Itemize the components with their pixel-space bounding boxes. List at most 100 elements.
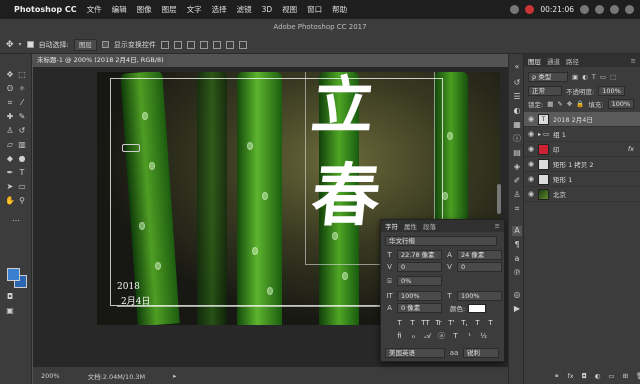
align-bottom-icon[interactable] — [186, 40, 195, 49]
move-tool-icon[interactable]: ✥ — [6, 40, 14, 50]
tab-paths[interactable]: 路径 — [566, 56, 579, 66]
menu-image[interactable]: 图像 — [137, 4, 152, 15]
zoom-level[interactable]: 200% — [41, 372, 60, 380]
type-tool-icon[interactable]: T — [17, 168, 27, 178]
visibility-eye-icon[interactable]: ◉ — [524, 145, 538, 153]
zoom-tool-icon[interactable]: ⚲ — [17, 196, 27, 206]
paths-icon[interactable]: ◎ — [512, 290, 522, 300]
underline-button[interactable]: T — [473, 319, 482, 328]
layer-row[interactable]: ◉ 北京 — [524, 187, 640, 202]
tab-character[interactable]: 字符 — [385, 221, 398, 231]
visibility-eye-icon[interactable]: ◉ — [524, 175, 538, 183]
layer-row[interactable]: ◉ 矩形 1 拷贝 2 — [524, 157, 640, 172]
navigator-icon[interactable]: ◈ — [512, 162, 522, 172]
new-layer-icon[interactable]: ⊞ — [623, 372, 628, 380]
info-icon[interactable]: ⓘ — [512, 134, 522, 144]
visibility-eye-icon[interactable]: ◉ — [524, 160, 538, 168]
fill-field[interactable]: 100% — [607, 99, 635, 109]
auto-select-checkbox[interactable] — [26, 41, 34, 48]
brush-tool-icon[interactable]: ✎ — [17, 112, 27, 122]
foreground-color-swatch[interactable] — [7, 268, 20, 281]
fractions-icon[interactable]: ½ — [479, 332, 488, 341]
tab-paragraph[interactable]: 段落 — [423, 221, 436, 231]
panel-menu-icon[interactable]: ≡ — [631, 57, 636, 65]
blend-mode-dropdown[interactable]: 正常 — [528, 86, 562, 96]
opacity-field[interactable]: 100% — [598, 86, 625, 96]
tool-preset-dropdown[interactable]: ▾ — [19, 41, 22, 48]
record-icon[interactable] — [525, 5, 535, 14]
layer-name[interactable]: 组 1 — [553, 129, 566, 139]
align-center-icon[interactable] — [212, 40, 221, 49]
add-mask-icon[interactable]: ◘ — [582, 372, 587, 380]
visibility-eye-icon[interactable]: ◉ — [524, 115, 538, 123]
antialias-dropdown[interactable]: 锐利 — [463, 348, 499, 358]
oldstyle-icon[interactable]: ℴ — [409, 332, 418, 341]
document-tab[interactable]: 未标题-1 @ 200% (2018 2月4日, RGB/8) * — [33, 54, 168, 77]
kind-filter-dropdown[interactable]: ρ 类型 — [528, 72, 568, 82]
path-select-icon[interactable]: ➤ — [5, 182, 15, 192]
fi-ligature-icon[interactable]: ﬁ — [395, 332, 404, 341]
layer-row[interactable]: ◉ ▸ ▭ 组 1 — [524, 127, 640, 142]
auto-select-dropdown[interactable]: 图层 — [73, 38, 97, 51]
dodge-tool-icon[interactable]: ● — [17, 154, 27, 164]
fx-icon[interactable]: fx — [628, 145, 634, 153]
swatches-icon[interactable]: ▦ — [512, 120, 522, 130]
tracking-field[interactable]: 0 — [457, 262, 502, 272]
menu-view[interactable]: 视图 — [282, 4, 297, 15]
titling-icon[interactable]: T — [451, 332, 460, 341]
more-tools-icon[interactable]: … — [11, 214, 21, 224]
paragraph-icon[interactable]: ¶ — [512, 240, 522, 250]
filter-type-icon[interactable]: T — [592, 73, 596, 81]
panel-menu-icon[interactable]: ≡ — [495, 222, 500, 230]
show-transform-checkbox[interactable] — [101, 41, 109, 48]
baseline-shift-field[interactable]: 0 像素 — [397, 303, 442, 313]
magic-wand-icon[interactable]: ✧ — [17, 84, 27, 94]
app-menu[interactable]: Photoshop CC — [14, 5, 77, 14]
styles-icon[interactable]: ℗ — [512, 268, 522, 278]
align-middle-icon[interactable] — [173, 40, 182, 49]
screen-mode-icon[interactable]: ▣ — [5, 306, 15, 316]
glyphs-icon[interactable]: a — [512, 254, 522, 264]
vertical-scale-field[interactable]: 100% — [397, 291, 442, 301]
layer-name[interactable]: 2018 2月4日 — [553, 114, 593, 124]
tab-channels[interactable]: 通道 — [547, 56, 560, 66]
visibility-eye-icon[interactable]: ◉ — [524, 190, 538, 198]
crop-icon[interactable]: ⌗ — [512, 204, 522, 214]
tsume-field[interactable]: 0% — [397, 276, 442, 286]
align-top-icon[interactable] — [160, 40, 169, 49]
new-group-icon[interactable]: ▭ — [608, 372, 614, 380]
brushes-icon[interactable]: ✐ — [512, 176, 522, 186]
battery-icon[interactable] — [595, 5, 604, 14]
filter-pixel-icon[interactable]: ▣ — [572, 73, 578, 81]
delete-layer-icon[interactable]: 🗑 — [636, 372, 640, 380]
filter-shape-icon[interactable]: ▭ — [600, 73, 606, 81]
subscript-button[interactable]: T, — [460, 319, 469, 328]
adjustments-icon[interactable]: ◐ — [512, 106, 522, 116]
menu-layer[interactable]: 图层 — [162, 4, 177, 15]
menu-file[interactable]: 文件 — [87, 4, 102, 15]
small-caps-button[interactable]: Tr — [434, 319, 443, 328]
layer-row[interactable]: ◉ 印 fx — [524, 142, 640, 157]
menu-help[interactable]: 帮助 — [332, 4, 347, 15]
align-right-icon[interactable] — [225, 40, 234, 49]
history-icon[interactable]: ↺ — [512, 78, 522, 88]
strikethrough-button[interactable]: T — [486, 319, 495, 328]
layer-name[interactable]: 印 — [553, 144, 560, 154]
move-tool-icon[interactable]: ✥ — [5, 70, 15, 80]
collapse-icon[interactable]: « — [512, 62, 522, 72]
actions-icon[interactable]: ▶ — [512, 304, 522, 314]
text-color-swatch[interactable] — [468, 303, 487, 313]
distribute-icon[interactable] — [238, 40, 247, 49]
leading-field[interactable]: 24 像素 — [457, 250, 502, 260]
lasso-tool-icon[interactable]: ʘ — [5, 84, 15, 94]
filter-smart-icon[interactable]: ⬚ — [610, 73, 616, 81]
pen-tool-icon[interactable]: ✒ — [5, 168, 15, 178]
vertical-scrollbar[interactable] — [497, 184, 501, 214]
font-family-dropdown[interactable]: 华文行楷 — [385, 236, 497, 246]
layer-row[interactable]: ◉ 矩形 1 — [524, 172, 640, 187]
clone-source-icon[interactable]: ♙ — [512, 190, 522, 200]
blur-tool-icon[interactable]: ◆ — [5, 154, 15, 164]
gradient-tool-icon[interactable]: ▥ — [17, 140, 27, 150]
menu-list-icon[interactable] — [625, 5, 634, 14]
menu-select[interactable]: 选择 — [212, 4, 227, 15]
